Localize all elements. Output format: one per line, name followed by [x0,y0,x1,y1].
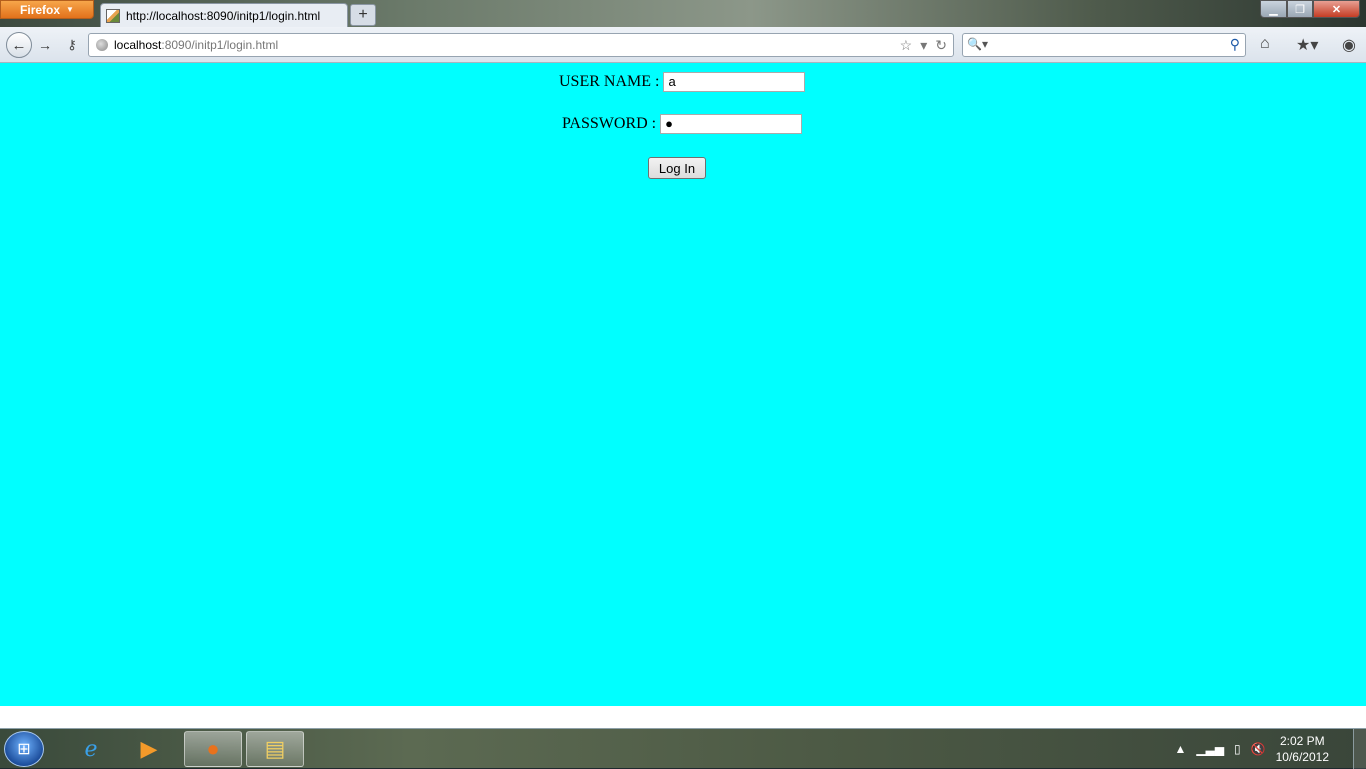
minimize-icon[interactable]: ▁ [1260,0,1287,18]
title-bar: Firefox ▼ http://localhost:8090/initp1/l… [0,0,1366,27]
firefox-menu-label: Firefox [20,2,61,17]
login-button[interactable]: Log In [648,157,706,179]
password-label: PASSWORD : [562,115,657,132]
browser-tab[interactable]: http://localhost:8090/initp1/login.html [100,3,348,27]
key-icon[interactable]: ⚷ [60,33,84,57]
clock[interactable]: 2:02 PM 10/6/2012 [1276,733,1329,765]
media-player-icon[interactable]: ▶ [120,731,178,767]
new-tab-button[interactable]: + [350,4,376,26]
page-content: USER NAME : a PASSWORD : ● Log In [0,63,1366,706]
bookmarks-icon[interactable]: ★▾ [1296,35,1318,55]
firefox-icon[interactable]: ● [184,731,242,767]
windows-start-icon[interactable]: ⊞ [4,731,44,767]
reload-icon[interactable]: ↻ [935,37,947,54]
close-icon[interactable]: ✕ [1313,0,1360,18]
username-field[interactable]: a [663,72,806,92]
url-bar[interactable]: localhost:8090/initp1/login.html ☆ ▾ ↻ [88,33,954,57]
network-icon[interactable]: ▁▃▅ [1196,742,1224,756]
username-label: USER NAME : [559,73,660,90]
search-engine-icon[interactable]: 🔍▾ [967,37,988,51]
star-icon[interactable]: ☆ [900,37,913,54]
clock-date: 10/6/2012 [1275,750,1329,764]
firefox-menu-button[interactable]: Firefox ▼ [0,0,94,19]
back-arrow-icon[interactable]: ← [6,32,32,58]
url-path: :8090/initp1/login.html [161,38,279,52]
eye-icon[interactable]: ◉ [1342,35,1356,55]
clock-time: 2:02 PM [1279,734,1325,748]
status-bar-gap [0,706,1366,728]
volume-muted-icon[interactable]: 🔇 [1251,742,1266,756]
url-host: localhost [114,38,162,52]
magnifier-icon[interactable]: ⚲ [1230,36,1240,53]
home-icon[interactable]: ⌂ [1260,35,1270,53]
username-row: USER NAME : a [559,72,806,92]
password-row: PASSWORD : ● [562,114,803,134]
internet-explorer-icon[interactable]: ℯ [62,731,120,767]
dropdown-caret-icon: ▼ [66,5,74,14]
page-favicon-icon [106,8,120,23]
taskbar: ⊞ ℯ ▶ ● ▤ ▲ ▁▃▅ ▯ 🔇 2:02 PM 10/6/2012 [0,728,1366,769]
battery-icon[interactable]: ▯ [1234,742,1241,756]
file-explorer-icon[interactable]: ▤ [246,731,304,767]
globe-icon [96,39,108,51]
dropdown-caret-icon[interactable]: ▾ [920,37,927,54]
search-input[interactable]: 🔍▾ ⚲ [962,33,1246,57]
password-field[interactable]: ● [660,114,803,134]
show-desktop-button[interactable] [1353,729,1366,769]
system-tray: ▲ ▁▃▅ ▯ 🔇 2:02 PM 10/6/2012 [1174,729,1366,769]
tab-title: http://localhost:8090/initp1/login.html [126,8,321,23]
restore-icon[interactable]: ❐ [1287,0,1313,18]
window-controls: ▁ ❐ ✕ [1260,0,1360,18]
forward-arrow-icon[interactable]: → [35,36,55,54]
navigation-toolbar: ← → ⚷ localhost:8090/initp1/login.html ☆… [0,27,1366,63]
show-hidden-icons-icon[interactable]: ▲ [1174,742,1186,756]
